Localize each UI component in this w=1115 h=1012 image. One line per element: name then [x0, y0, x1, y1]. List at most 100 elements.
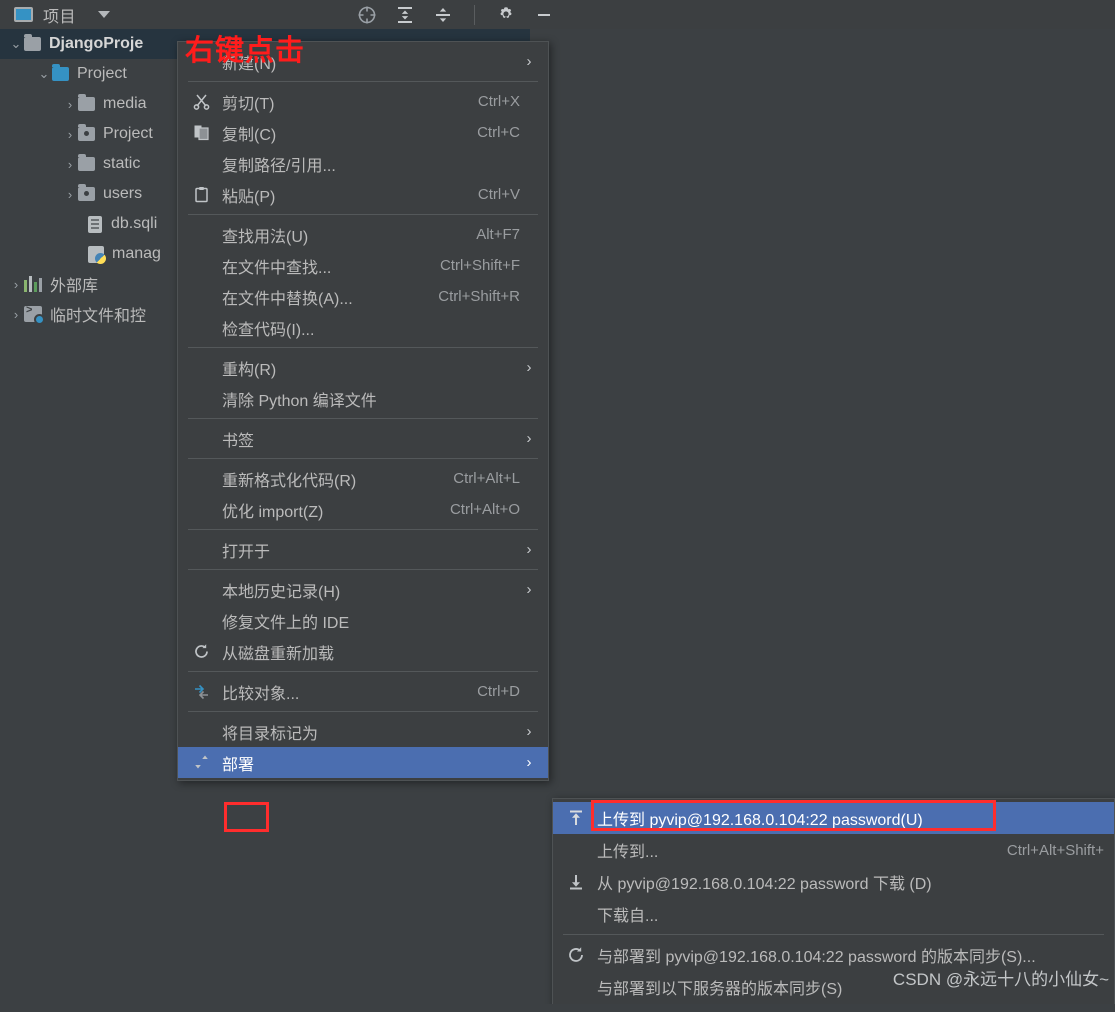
menu-item-copy-path-reference[interactable]: 复制路径/引用... [178, 148, 548, 179]
menu-item-shortcut: Alt+F7 [476, 226, 520, 243]
submenu-item-label: 下载自... [597, 908, 659, 925]
source-folder-icon [78, 124, 95, 141]
submenu-arrow-icon: › [526, 754, 532, 771]
menu-item-copy[interactable]: 复制(C) Ctrl+C [178, 117, 548, 148]
submenu-item-label: 从 pyvip@192.168.0.104:22 password 下载 (D) [597, 876, 932, 893]
menu-item-label: 比较对象... [222, 685, 300, 703]
submenu-item-upload-to[interactable]: 上传到... Ctrl+Alt+Shift+ [553, 834, 1114, 866]
menu-item-reformat-code[interactable]: 重新格式化代码(R) Ctrl+Alt+L [178, 463, 548, 494]
submenu-item-download-from[interactable]: 下载自... [553, 898, 1114, 930]
submenu-item-upload-to-server[interactable]: 上传到 pyvip@192.168.0.104:22 password(U) [553, 802, 1114, 834]
menu-item-label: 剪切(T) [222, 95, 275, 113]
tree-item-label: users [103, 185, 143, 202]
folder-icon [78, 154, 95, 171]
menu-item-label: 查找用法(U) [222, 228, 309, 246]
chevron-expanded-icon[interactable]: ⌄ [36, 66, 52, 82]
copy-icon [188, 124, 214, 141]
submenu-arrow-icon: › [526, 430, 532, 447]
menu-item-label: 复制路径/引用... [222, 157, 336, 175]
menu-separator [188, 81, 538, 82]
menu-item-reload-from-disk[interactable]: 从磁盘重新加载 [178, 636, 548, 667]
upload-icon [563, 809, 589, 827]
menu-item-cut[interactable]: 剪切(T) Ctrl+X [178, 86, 548, 117]
chevron-right-icon[interactable]: › [62, 97, 78, 112]
menu-item-inspect-code[interactable]: 检查代码(I)... [178, 312, 548, 343]
expand-all-icon[interactable] [394, 4, 416, 26]
context-menu[interactable]: 新建(N) › 剪切(T) Ctrl+X 复制(C) Ctrl+C 复制路径/引… [177, 41, 549, 781]
menu-item-shortcut: Ctrl+Alt+L [453, 470, 520, 487]
submenu-item-label: 上传到... [597, 844, 659, 861]
folder-icon [52, 64, 69, 81]
menu-item-local-history[interactable]: 本地历史记录(H) › [178, 574, 548, 605]
cut-icon [188, 93, 214, 110]
menu-item-open-in[interactable]: 打开于 › [178, 534, 548, 565]
scratches-consoles-icon [24, 304, 45, 325]
project-toolbar: 项目 [0, 0, 1115, 29]
download-icon [563, 873, 589, 891]
menu-separator [188, 529, 538, 530]
tree-item-label: Project [77, 65, 127, 82]
menu-item-find-in-files[interactable]: 在文件中查找... Ctrl+Shift+F [178, 250, 548, 281]
sync-icon [563, 946, 589, 964]
chevron-right-icon[interactable]: › [8, 277, 24, 292]
menu-item-label: 书签 [222, 432, 255, 450]
menu-item-shortcut: Ctrl+Shift+R [438, 288, 520, 305]
minimize-icon[interactable] [533, 4, 555, 26]
menu-item-refactor[interactable]: 重构(R) › [178, 352, 548, 383]
folder-icon [24, 34, 41, 51]
menu-item-find-usages[interactable]: 查找用法(U) Alt+F7 [178, 219, 548, 250]
chevron-right-icon[interactable]: › [62, 157, 78, 172]
submenu-arrow-icon: › [526, 53, 532, 70]
deploy-icon [188, 754, 214, 771]
chevron-right-icon[interactable]: › [8, 307, 24, 322]
submenu-item-label: 上传到 pyvip@192.168.0.104:22 password(U) [597, 812, 923, 829]
menu-item-shortcut: Ctrl+X [477, 93, 520, 110]
menu-item-shortcut: Ctrl+Alt+O [449, 501, 520, 518]
menu-item-deployment[interactable]: 部署 › [178, 747, 548, 778]
menu-item-label: 检查代码(I)... [222, 321, 315, 339]
menu-item-replace-in-files[interactable]: 在文件中替换(A)... Ctrl+Shift+R [178, 281, 548, 312]
chevron-right-icon[interactable]: › [62, 127, 78, 142]
project-panel-icon [14, 7, 33, 22]
locate-icon[interactable] [356, 4, 378, 26]
python-file-icon [88, 245, 106, 264]
menu-item-paste[interactable]: 粘贴(P) Ctrl+V [178, 179, 548, 210]
menu-item-compare-with[interactable]: 比较对象... Ctrl+D [178, 676, 548, 707]
menu-item-shortcut: Ctrl+D [477, 683, 520, 700]
menu-item-label: 部署 [222, 756, 255, 774]
menu-separator [188, 214, 538, 215]
settings-gear-icon[interactable] [495, 4, 517, 26]
menu-item-clean-python-compiled-files[interactable]: 清除 Python 编译文件 [178, 383, 548, 414]
watermark-text: CSDN @永远十八的小仙女~ [892, 970, 1109, 989]
menu-item-label: 重新格式化代码(R) [222, 472, 357, 490]
tree-item-label: static [103, 155, 141, 172]
menu-separator [188, 418, 538, 419]
collapse-all-icon[interactable] [432, 4, 454, 26]
menu-item-mark-directory-as[interactable]: 将目录标记为 › [178, 716, 548, 747]
tree-item-label: db.sqli [111, 215, 158, 232]
submenu-item-download-from-server[interactable]: 从 pyvip@192.168.0.104:22 password 下载 (D) [553, 866, 1114, 898]
bottom-strip [0, 1004, 1115, 1012]
menu-item-optimize-imports[interactable]: 优化 import(Z) Ctrl+Alt+O [178, 494, 548, 525]
menu-item-label: 在文件中替换(A)... [222, 290, 353, 308]
source-folder-icon [78, 184, 95, 201]
submenu-arrow-icon: › [526, 541, 532, 558]
annotation-right-click-text: 右键点击 [185, 35, 306, 67]
menu-item-label: 复制(C) [222, 126, 277, 144]
tree-item-label: 临时文件和控 [50, 308, 147, 325]
menu-item-label: 粘贴(P) [222, 188, 276, 206]
paste-icon [188, 186, 214, 203]
menu-item-shortcut: Ctrl+Shift+F [439, 257, 520, 274]
submenu-arrow-icon: › [526, 723, 532, 740]
chevron-down-icon[interactable] [98, 11, 111, 18]
menu-item-label: 打开于 [222, 543, 271, 561]
pycharm-window: 项目 ⌄ DjangoProje ⌄ Project › media › Pro… [0, 0, 1115, 1012]
submenu-separator [563, 934, 1104, 935]
menu-item-bookmarks[interactable]: 书签 › [178, 423, 548, 454]
refresh-icon [188, 643, 214, 660]
menu-item-label: 重构(R) [222, 361, 277, 379]
chevron-right-icon[interactable]: › [62, 187, 78, 202]
menu-item-repair-ide-on-file[interactable]: 修复文件上的 IDE [178, 605, 548, 636]
chevron-expanded-icon[interactable]: ⌄ [8, 36, 24, 52]
menu-separator [188, 347, 538, 348]
